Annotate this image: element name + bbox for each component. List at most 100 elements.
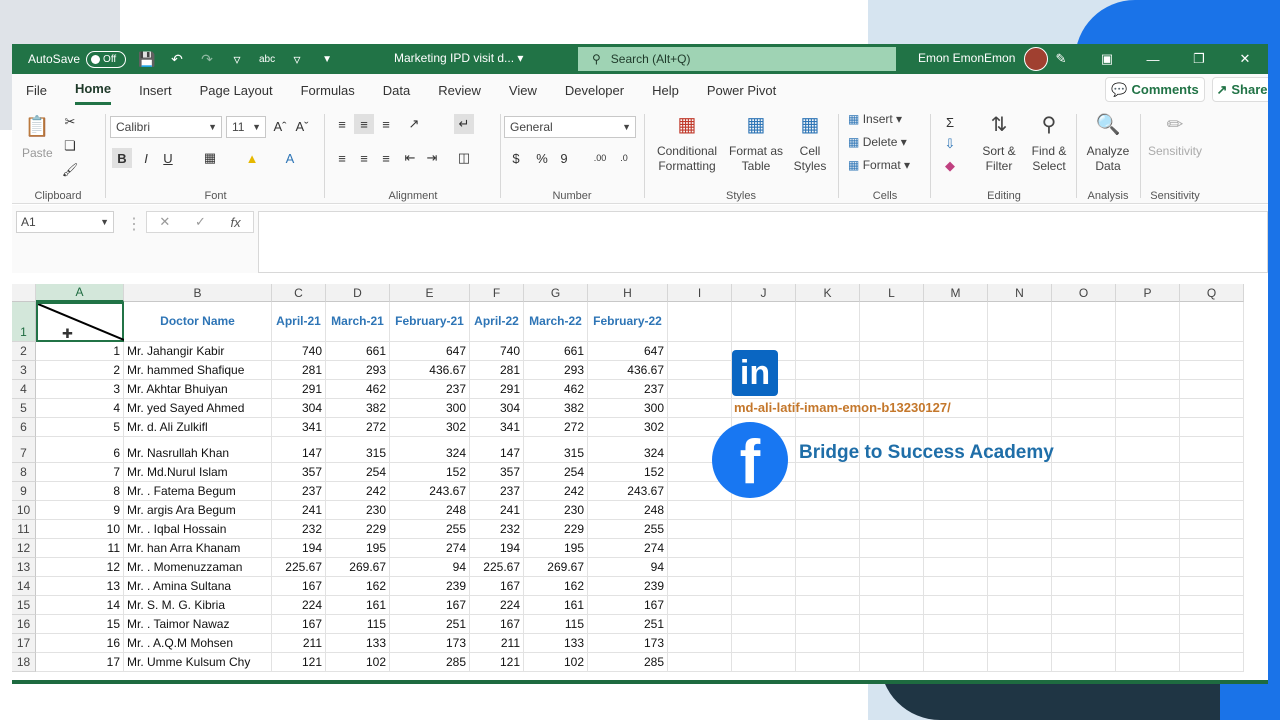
empty-cell[interactable] xyxy=(1180,418,1244,437)
search-box[interactable]: ⚲ Search (Alt+Q) xyxy=(578,47,896,71)
align-left-icon[interactable]: ≡ xyxy=(332,148,352,168)
table-cell[interactable]: 324 xyxy=(390,437,470,463)
tab-power-pivot[interactable]: Power Pivot xyxy=(707,77,776,104)
table-cell[interactable]: 167 xyxy=(272,615,326,634)
empty-cell[interactable] xyxy=(1116,501,1180,520)
currency-icon[interactable]: $ xyxy=(506,148,526,168)
table-cell[interactable]: 225.67 xyxy=(470,558,524,577)
table-cell[interactable]: 254 xyxy=(326,463,390,482)
insert-function-icon[interactable]: fx xyxy=(231,215,241,230)
table-cell[interactable]: 254 xyxy=(524,463,588,482)
column-header-h[interactable]: H xyxy=(588,284,668,302)
empty-cell[interactable] xyxy=(988,558,1052,577)
table-cell[interactable]: 239 xyxy=(390,577,470,596)
table-cell[interactable]: 269.67 xyxy=(524,558,588,577)
doctor-name-cell[interactable]: Mr. Umme Kulsum Chy xyxy=(124,653,272,672)
column-header-q[interactable]: Q xyxy=(1180,284,1244,302)
empty-cell[interactable] xyxy=(924,342,988,361)
empty-cell[interactable] xyxy=(860,380,924,399)
fill-icon[interactable]: ⇩ xyxy=(940,134,960,154)
header-cell[interactable]: March-21 xyxy=(326,302,390,342)
table-cell[interactable]: 248 xyxy=(588,501,668,520)
empty-cell[interactable] xyxy=(1116,577,1180,596)
orientation-icon[interactable]: ↗ xyxy=(404,114,424,134)
table-cell[interactable]: 272 xyxy=(326,418,390,437)
empty-cell[interactable] xyxy=(860,577,924,596)
copy-icon[interactable]: ❏ xyxy=(60,136,80,156)
table-cell[interactable]: 281 xyxy=(470,361,524,380)
table-cell[interactable]: 195 xyxy=(326,539,390,558)
empty-cell[interactable] xyxy=(732,302,796,342)
empty-cell[interactable] xyxy=(732,615,796,634)
table-cell[interactable]: 173 xyxy=(390,634,470,653)
empty-cell[interactable] xyxy=(924,615,988,634)
customize-icon[interactable]: ▼ xyxy=(318,50,336,68)
table-cell[interactable]: 167 xyxy=(470,615,524,634)
select-all-corner[interactable] xyxy=(12,284,36,302)
column-header-o[interactable]: O xyxy=(1052,284,1116,302)
doctor-name-cell[interactable]: Mr. han Arra Khanam xyxy=(124,539,272,558)
row-header-13[interactable]: 13 xyxy=(12,558,36,577)
empty-cell[interactable] xyxy=(796,577,860,596)
empty-cell[interactable] xyxy=(860,520,924,539)
empty-cell[interactable] xyxy=(732,634,796,653)
column-header-k[interactable]: K xyxy=(796,284,860,302)
empty-cell[interactable] xyxy=(924,463,988,482)
empty-cell[interactable] xyxy=(1052,558,1116,577)
align-center-icon[interactable]: ≡ xyxy=(354,148,374,168)
empty-cell[interactable] xyxy=(796,380,860,399)
table-cell[interactable]: 341 xyxy=(470,418,524,437)
empty-cell[interactable] xyxy=(988,596,1052,615)
header-cell[interactable]: April-21 xyxy=(272,302,326,342)
empty-cell[interactable] xyxy=(924,577,988,596)
empty-cell[interactable] xyxy=(860,539,924,558)
tab-page-layout[interactable]: Page Layout xyxy=(200,77,273,104)
empty-cell[interactable] xyxy=(988,577,1052,596)
empty-cell[interactable] xyxy=(860,653,924,672)
table-cell[interactable]: 15 xyxy=(36,615,124,634)
table-cell[interactable]: 436.67 xyxy=(588,361,668,380)
empty-cell[interactable] xyxy=(1180,501,1244,520)
empty-cell[interactable] xyxy=(988,520,1052,539)
row-header-7[interactable]: 7 xyxy=(12,437,36,463)
empty-cell[interactable] xyxy=(924,558,988,577)
empty-cell[interactable] xyxy=(668,615,732,634)
empty-cell[interactable] xyxy=(924,596,988,615)
table-cell[interactable]: 462 xyxy=(524,380,588,399)
empty-cell[interactable] xyxy=(1116,437,1180,463)
empty-cell[interactable] xyxy=(1180,520,1244,539)
font-size-select[interactable]: 11 ▼ xyxy=(226,116,266,138)
table-cell[interactable]: 8 xyxy=(36,482,124,501)
autosum-icon[interactable]: Σ xyxy=(940,112,960,132)
table-cell[interactable]: 4 xyxy=(36,399,124,418)
table-cell[interactable]: 121 xyxy=(470,653,524,672)
empty-cell[interactable] xyxy=(1180,558,1244,577)
column-header-n[interactable]: N xyxy=(988,284,1052,302)
table-cell[interactable]: 274 xyxy=(390,539,470,558)
share-button[interactable]: ↗ Share xyxy=(1212,77,1268,102)
column-header-c[interactable]: C xyxy=(272,284,326,302)
empty-cell[interactable] xyxy=(924,418,988,437)
doctor-name-cell[interactable]: Mr. Akhtar Bhuiyan xyxy=(124,380,272,399)
table-cell[interactable]: 237 xyxy=(588,380,668,399)
table-cell[interactable]: 6 xyxy=(36,437,124,463)
row-header-14[interactable]: 14 xyxy=(12,577,36,596)
column-header-j[interactable]: J xyxy=(732,284,796,302)
autosave-toggle[interactable]: Off xyxy=(86,50,127,68)
empty-cell[interactable] xyxy=(796,501,860,520)
table-cell[interactable]: 94 xyxy=(588,558,668,577)
header-cell[interactable]: Doctor Name xyxy=(124,302,272,342)
align-right-icon[interactable]: ≡ xyxy=(376,148,396,168)
empty-cell[interactable] xyxy=(732,539,796,558)
tab-insert[interactable]: Insert xyxy=(139,77,172,104)
doctor-name-cell[interactable]: Mr. Jahangir Kabir xyxy=(124,342,272,361)
empty-cell[interactable] xyxy=(1052,463,1116,482)
doctor-name-cell[interactable]: Mr. d. Ali Zulkifl xyxy=(124,418,272,437)
table-cell[interactable]: 133 xyxy=(524,634,588,653)
restore-icon[interactable]: ❐ xyxy=(1176,44,1222,74)
table-cell[interactable]: 161 xyxy=(326,596,390,615)
table-cell[interactable]: 647 xyxy=(390,342,470,361)
table-cell[interactable]: 251 xyxy=(390,615,470,634)
table-cell[interactable]: 281 xyxy=(272,361,326,380)
tab-home[interactable]: Home xyxy=(74,75,112,105)
